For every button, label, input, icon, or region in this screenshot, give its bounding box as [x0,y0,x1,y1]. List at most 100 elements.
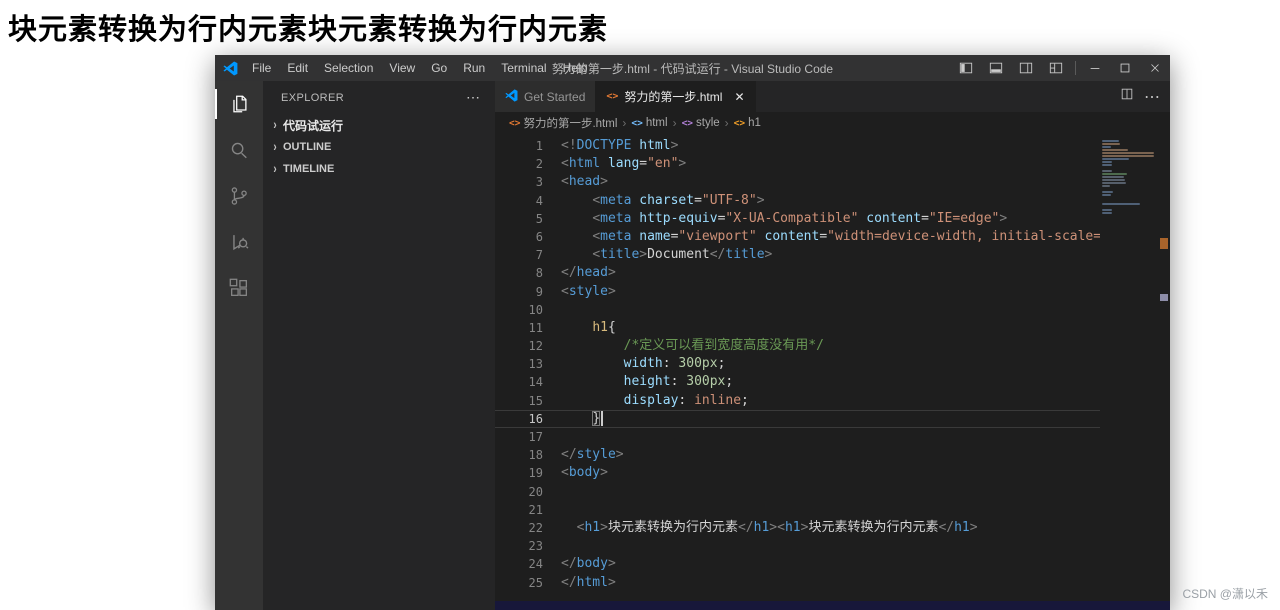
line-number[interactable]: 22 [495,519,543,537]
code-line-10[interactable]: 10 [495,301,1100,319]
line-number[interactable]: 9 [495,283,543,301]
tab-0[interactable]: Get Started [495,81,597,112]
code-line-12[interactable]: 12 /*定义可以看到宽度高度没有用*/ [495,337,1100,355]
code-line-11[interactable]: 11 h1{ [495,319,1100,337]
line-number[interactable]: 14 [495,373,543,391]
line-number[interactable]: 19 [495,464,543,482]
line-number[interactable]: 25 [495,574,543,592]
code-line-18[interactable]: 18 </style> [495,446,1100,464]
code-line-22[interactable]: 22 <h1>块元素转换为行内元素</h1><h1>块元素转换为行内元素</h1… [495,519,1100,537]
code-line-25[interactable]: 25 </html> [495,574,1100,592]
code-line-13[interactable]: 13 width: 300px; [495,355,1100,373]
line-number[interactable]: 12 [495,337,543,355]
close-tab-icon[interactable]: ✕ [734,90,744,104]
minimap[interactable] [1100,134,1158,601]
line-content: </body> [561,556,616,572]
code-line-3[interactable]: 3 <head> [495,173,1100,191]
menu-help[interactable]: Help [555,55,596,81]
code-line-16[interactable]: 16 } [495,410,1100,428]
code-line-8[interactable]: 8 </head> [495,264,1100,282]
breadcrumb-item-3[interactable]: <> h1 [734,117,761,129]
close-button[interactable] [1140,55,1170,81]
menu-run[interactable]: Run [455,55,493,81]
code-line-2[interactable]: 2 <html lang="en"> [495,155,1100,173]
code-line-15[interactable]: 15 display: inline; [495,392,1100,410]
code-line-19[interactable]: 19 <body> [495,464,1100,482]
breadcrumb-item-0[interactable]: <> 努力的第一步.html [509,115,617,131]
line-number[interactable]: 18 [495,446,543,464]
line-number[interactable]: 21 [495,501,543,519]
activitybar-run-debug-icon[interactable] [215,219,263,265]
line-number[interactable]: 13 [495,355,543,373]
menu-terminal[interactable]: Terminal [493,55,554,81]
line-content: <meta name="viewport" content="width=dev… [592,228,1100,244]
vscode-window: File Edit Selection View Go Run Terminal Help 努… [215,55,1170,610]
line-number[interactable]: 2 [495,155,543,173]
line-number[interactable]: 4 [495,192,543,210]
line-number[interactable]: 7 [495,246,543,264]
maximize-button[interactable] [1110,55,1140,81]
section-label: OUTLINE [283,141,332,153]
line-number[interactable]: 23 [495,537,543,555]
line-number[interactable]: 20 [495,483,543,501]
symbol-icon: <> [631,117,643,129]
layout-panel-icon[interactable] [981,55,1011,81]
code-line-7[interactable]: 7 <title>Document</title> [495,246,1100,264]
code-line-17[interactable]: 17 [495,428,1100,446]
line-number[interactable]: 16 [495,410,543,428]
line-number[interactable]: 1 [495,137,543,155]
minimap-line [1102,164,1112,166]
code-line-21[interactable]: 21 [495,501,1100,519]
activitybar-explorer-icon[interactable] [215,81,263,127]
menu-go[interactable]: Go [423,55,455,81]
line-content: <meta http-equiv="X-UA-Compatible" conte… [592,210,1008,226]
line-number[interactable]: 11 [495,319,543,337]
menu-file[interactable]: File [244,55,279,81]
line-number[interactable]: 10 [495,301,543,319]
menu-view[interactable]: View [381,55,423,81]
layout-sidebar-icon[interactable] [951,55,981,81]
line-content: <style> [561,283,616,299]
more-actions-icon[interactable]: ⋯ [466,89,481,106]
code-line-14[interactable]: 14 height: 300px; [495,373,1100,391]
titlebar-left: File Edit Selection View Go Run Terminal Help [215,55,595,81]
line-number[interactable]: 6 [495,228,543,246]
code-line-6[interactable]: 6 <meta name="viewport" content="width=d… [495,228,1100,246]
line-number[interactable]: 8 [495,264,543,282]
split-editor-icon[interactable] [1120,87,1134,106]
line-number[interactable]: 17 [495,428,543,446]
tab-1[interactable]: <> 努力的第一步.html ✕ [596,81,756,112]
line-number[interactable]: 5 [495,210,543,228]
breadcrumb-item-2[interactable]: <> style [682,117,720,129]
layout-customize-icon[interactable] [1041,55,1071,81]
minimap-line [1102,209,1112,211]
code-line-9[interactable]: 9 <style> [495,283,1100,301]
code-line-1[interactable]: 1 <!DOCTYPE html> [495,137,1100,155]
sidebar-section-代码试运行[interactable]: › 代码试运行 [263,114,495,136]
html-file-icon: <> [606,91,619,102]
code-area: 1 <!DOCTYPE html> 2 <html lang="en"> 3 <head>… [495,134,1170,601]
sidebar-section-timeline[interactable]: › TIMELINE [263,158,495,180]
more-actions-icon[interactable]: ⋯ [1144,87,1160,107]
activitybar-source-control-icon[interactable] [215,173,263,219]
minimap-line [1102,140,1119,142]
overview-ruler-scrollbar[interactable] [1158,134,1170,601]
line-number[interactable]: 24 [495,555,543,573]
code-editor[interactable]: 1 <!DOCTYPE html> 2 <html lang="en"> 3 <head>… [495,134,1100,601]
menu-selection[interactable]: Selection [316,55,381,81]
activitybar-extensions-icon[interactable] [215,265,263,311]
line-number[interactable]: 3 [495,173,543,191]
chevron-right-icon: › [273,139,277,155]
code-line-5[interactable]: 5 <meta http-equiv="X-UA-Compatible" con… [495,210,1100,228]
minimize-button[interactable] [1080,55,1110,81]
menu-edit[interactable]: Edit [279,55,316,81]
code-line-23[interactable]: 23 [495,537,1100,555]
line-number[interactable]: 15 [495,392,543,410]
code-line-20[interactable]: 20 [495,483,1100,501]
sidebar-section-outline[interactable]: › OUTLINE [263,136,495,158]
code-line-24[interactable]: 24 </body> [495,555,1100,573]
breadcrumb-item-1[interactable]: <> html [631,117,667,129]
activitybar-search-icon[interactable] [215,127,263,173]
code-line-4[interactable]: 4 <meta charset="UTF-8"> [495,192,1100,210]
layout-sidebar-right-icon[interactable] [1011,55,1041,81]
